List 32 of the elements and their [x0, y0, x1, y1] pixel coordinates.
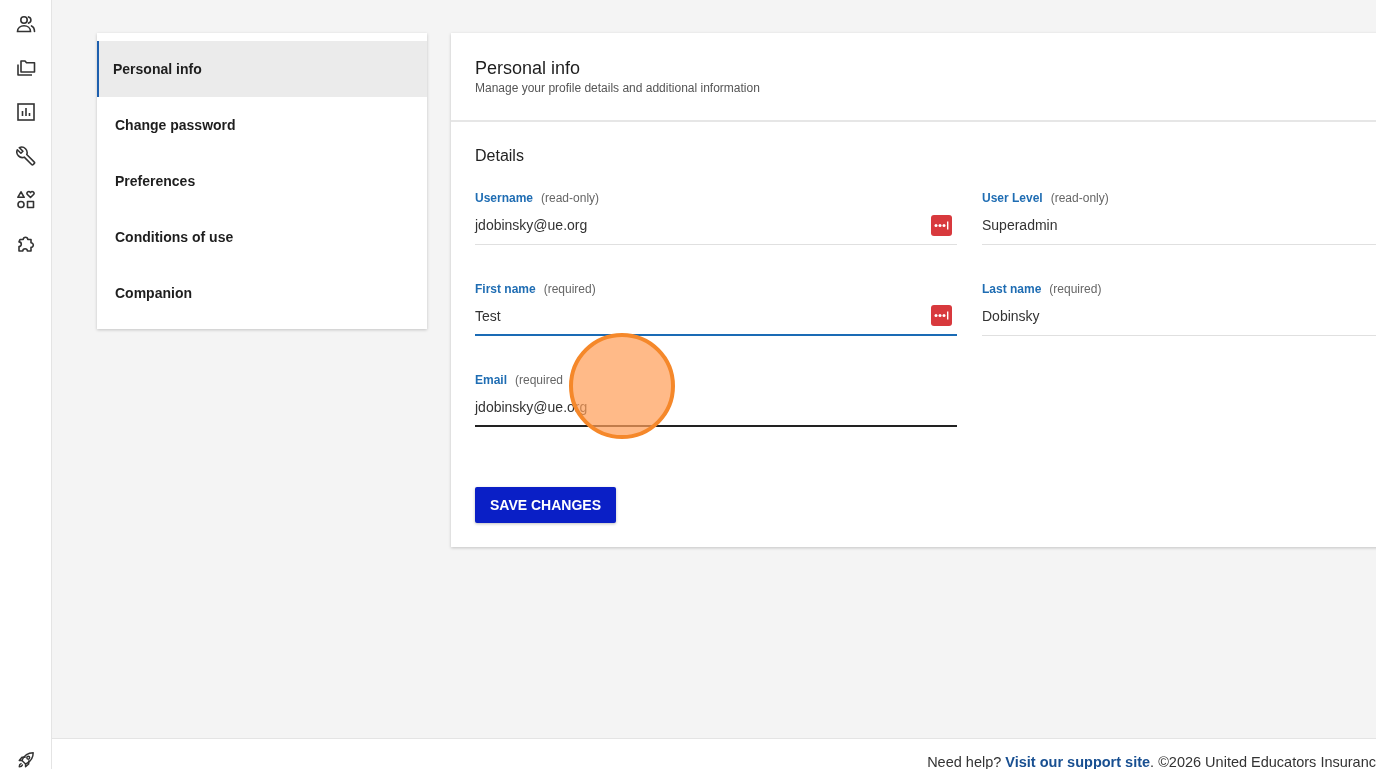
section-title: Details [475, 146, 525, 166]
rocket-icon[interactable] [16, 751, 35, 769]
card-title: Personal info [475, 57, 582, 80]
field-hint: (required [515, 373, 564, 387]
card-subtitle: Manage your profile details and additional information [475, 80, 761, 96]
nav-item[interactable]: Companion [97, 265, 427, 321]
bar-chart-icon[interactable] [15, 102, 36, 122]
field-hint: (required) [1049, 282, 1102, 296]
field-hint: (read-only) [541, 191, 600, 205]
field-hint: (read-only) [1050, 191, 1109, 205]
ellipsis-icon[interactable] [931, 214, 952, 236]
text-field[interactable]: Test [475, 299, 957, 336]
text-field[interactable]: jdobinsky@ue.org [475, 208, 957, 245]
shapes-icon[interactable] [15, 190, 36, 210]
ellipsis-icon[interactable] [931, 305, 952, 326]
nav-item[interactable]: Preferences [97, 153, 427, 209]
puzzle-icon[interactable] [15, 234, 36, 254]
nav-item[interactable]: Change password [97, 97, 427, 153]
nav-item[interactable]: Personal info [97, 41, 427, 97]
text-field[interactable]: Superadmin [982, 208, 1376, 245]
field-label: Last name [982, 282, 1042, 296]
field-label: User Level [982, 191, 1043, 205]
field-hint: (required) [543, 282, 596, 296]
people-icon[interactable] [15, 14, 36, 34]
nav-item[interactable]: Conditions of use [97, 209, 427, 265]
field-label: Email [475, 373, 507, 387]
wrench-icon[interactable] [15, 146, 36, 166]
text-field[interactable]: Dobinsky [982, 299, 1376, 336]
save-button[interactable]: SAVE CHANGES [475, 487, 616, 523]
field-label: Username [475, 191, 534, 205]
field-label: First name [475, 282, 536, 296]
folders-icon[interactable] [15, 58, 36, 78]
